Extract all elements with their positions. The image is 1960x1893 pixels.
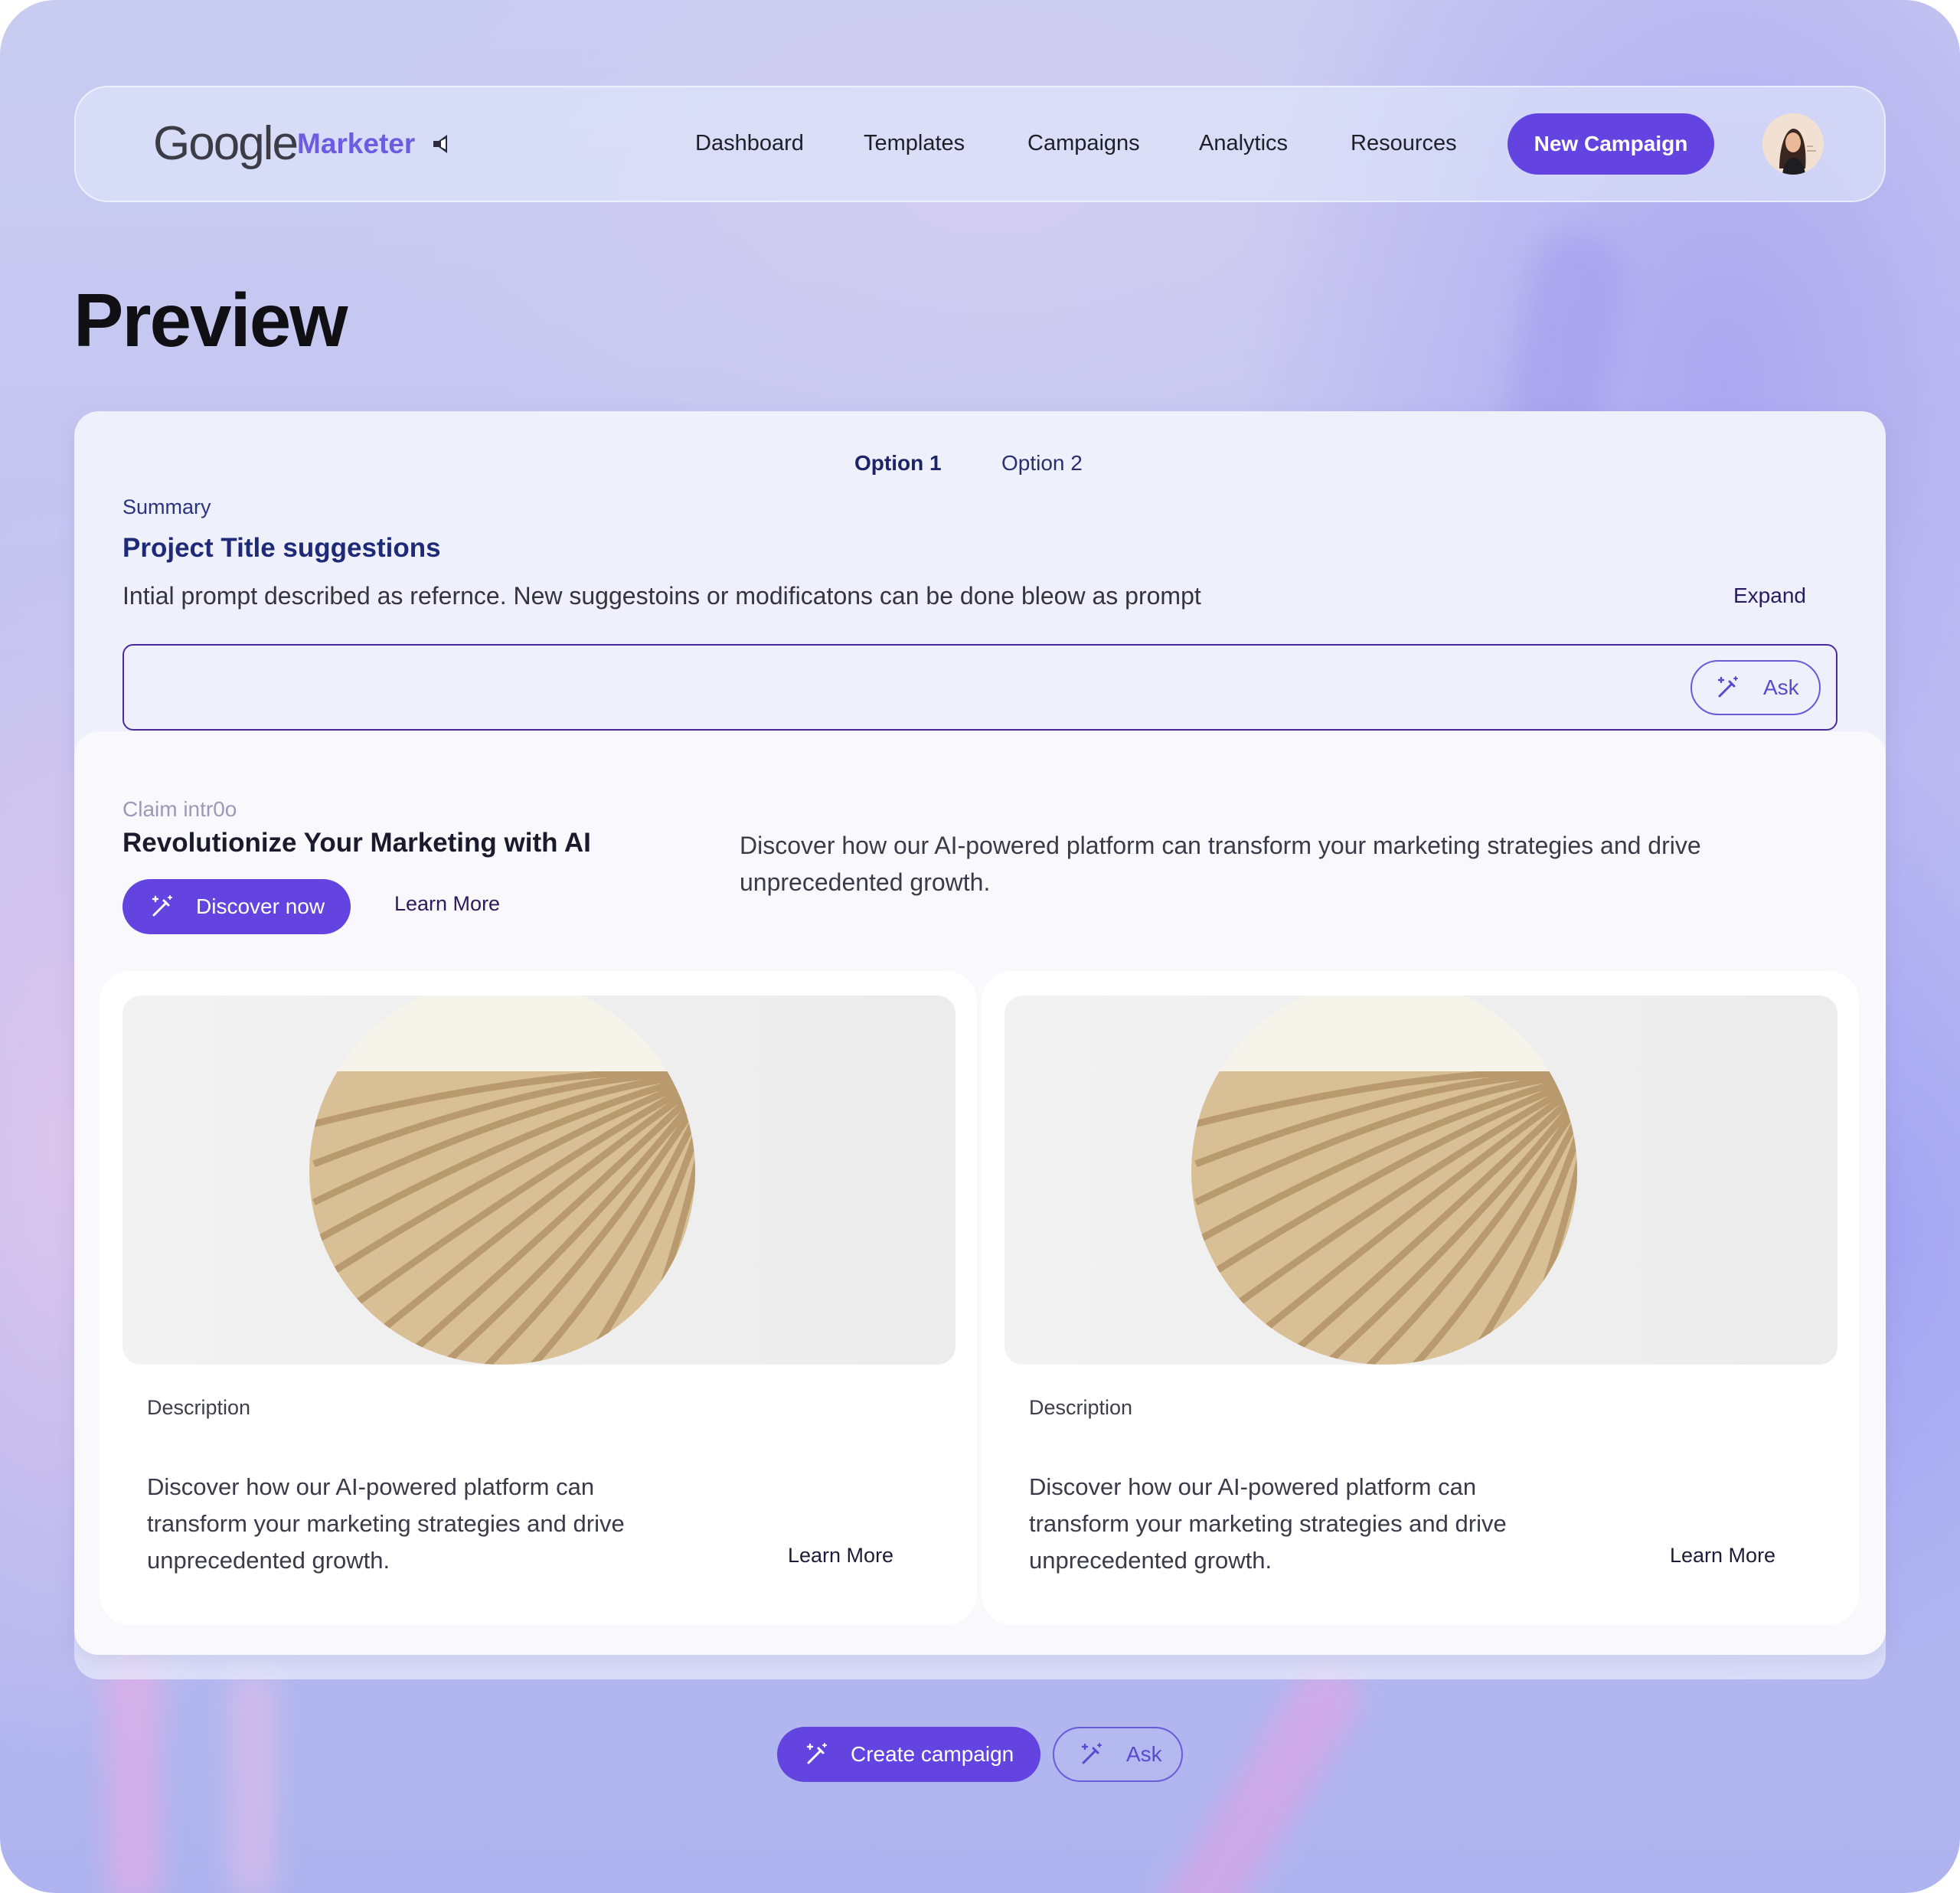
create-campaign-label: Create campaign: [851, 1742, 1014, 1766]
marketer-logo-text[interactable]: Marketer: [297, 125, 415, 163]
card-1-description-text: Discover how our AI-powered platform can…: [147, 1473, 625, 1574]
ask-button-inline[interactable]: [1690, 660, 1821, 715]
magic-wand-icon: [152, 895, 172, 917]
claim-title: Revolutionize Your Marketing with AI: [122, 828, 591, 858]
summary-description: Intial prompt described as refernce. New…: [122, 582, 1201, 610]
card-2-learn-more-link[interactable]: Learn More: [1670, 1540, 1775, 1571]
background-streak: [1145, 1653, 1374, 1893]
magic-wand-icon: [806, 1743, 827, 1764]
nav-resources[interactable]: Resources: [1351, 126, 1457, 160]
user-avatar-icon: [1762, 113, 1824, 175]
ask-label-inline: Ask: [1763, 675, 1799, 699]
discover-now-label: Discover now: [196, 894, 325, 918]
magic-wand-icon: [1717, 676, 1738, 698]
sculpture-image: [309, 996, 695, 1365]
summary-title: Project Title suggestions: [122, 533, 441, 563]
tab-option-2[interactable]: Option 2: [1001, 448, 1083, 479]
card-1-description-label: Description: [147, 1396, 251, 1419]
learn-more-link[interactable]: Learn More: [394, 888, 500, 919]
avatar[interactable]: [1762, 113, 1824, 175]
sculpture-image: [1191, 996, 1577, 1365]
card-2-description-text: Discover how our AI-powered platform can…: [1029, 1473, 1507, 1574]
magic-wand-icon: [1081, 1743, 1102, 1764]
speaker-icon: [433, 135, 447, 153]
tab-option-1[interactable]: Option 1: [854, 448, 942, 479]
ask-label-footer: Ask: [1126, 1742, 1162, 1766]
nav-templates[interactable]: Templates: [864, 126, 965, 160]
nav-analytics[interactable]: Analytics: [1199, 126, 1288, 160]
summary-label: Summary: [122, 495, 211, 518]
background-streak: [107, 1646, 161, 1893]
claim-label: Claim intr0o: [122, 797, 237, 821]
card-1-learn-more-link[interactable]: Learn More: [788, 1540, 893, 1571]
ask-button-footer[interactable]: [1053, 1727, 1183, 1782]
nav-dashboard[interactable]: Dashboard: [695, 126, 804, 160]
google-logo[interactable]: Google: [153, 115, 299, 173]
card-image-2: [1004, 996, 1838, 1365]
card-2-description-label: Description: [1029, 1396, 1133, 1419]
nav-campaigns[interactable]: Campaigns: [1027, 126, 1140, 160]
claim-description: Discover how our AI-powered platform can…: [740, 832, 1701, 896]
page-title: Preview: [74, 278, 348, 362]
prompt-input[interactable]: [122, 644, 1838, 731]
card-image-1: [122, 996, 956, 1365]
expand-link[interactable]: Expand: [1733, 580, 1806, 611]
background-streak: [230, 1669, 276, 1893]
new-campaign-button[interactable]: New Campaign: [1508, 113, 1714, 175]
